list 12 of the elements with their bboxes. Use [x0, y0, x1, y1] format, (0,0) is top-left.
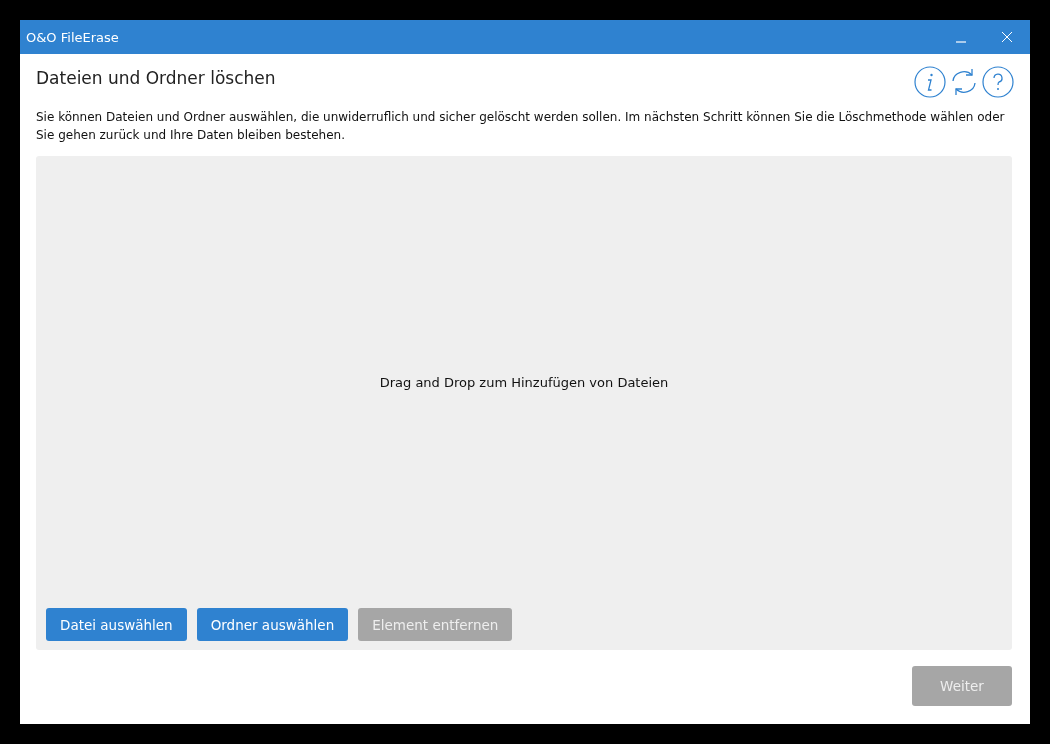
page-heading: Dateien und Ordner löschen [36, 68, 276, 88]
window-title: O&O FileErase [26, 29, 120, 45]
minimize-icon [956, 41, 966, 43]
help-button[interactable] [982, 66, 1014, 98]
help-icon [982, 66, 1014, 98]
drop-hint: Drag and Drop zum Hinzufügen von Dateien [379, 374, 669, 390]
info-icon [914, 66, 946, 98]
action-button[interactable]: Ordner auswählen [196, 608, 349, 641]
info-button[interactable] [914, 66, 946, 98]
action-button[interactable]: Datei auswählen [46, 608, 187, 641]
description-text: Sie können Dateien und Ordner auswählen, die unwiderruflich und sicher gelöscht werden sollen. Im nächsten Schritt können Sie die Löschmethode wählen oder Sie gehen zurück und Ihre Daten bleiben bestehen. [36, 109, 1006, 144]
close-icon [1001, 31, 1013, 43]
